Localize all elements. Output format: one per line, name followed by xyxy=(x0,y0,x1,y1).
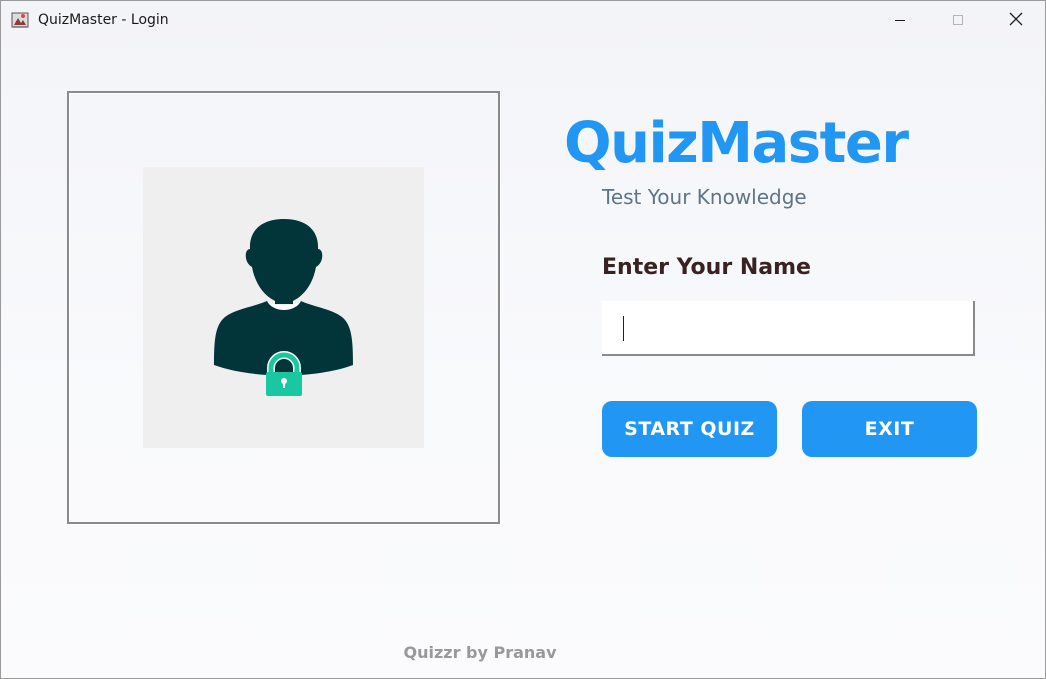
maximize-button[interactable] xyxy=(929,1,987,39)
login-window: QuizMaster - Login QuizMaster Test Your … xyxy=(0,0,1046,679)
minimize-icon xyxy=(894,11,906,30)
name-input[interactable] xyxy=(602,301,975,356)
minimize-button[interactable] xyxy=(871,1,929,39)
app-title: QuizMaster xyxy=(564,111,909,176)
text-caret xyxy=(623,316,624,341)
close-icon xyxy=(1009,11,1023,30)
exit-button[interactable]: EXIT xyxy=(802,401,977,457)
close-button[interactable] xyxy=(987,1,1045,39)
start-quiz-button[interactable]: START QUIZ xyxy=(602,401,777,457)
footer-credit: Quizzr by Pranav xyxy=(403,643,557,662)
title-bar[interactable]: QuizMaster - Login xyxy=(1,1,1045,39)
app-subtitle: Test Your Knowledge xyxy=(602,185,807,209)
window-title: QuizMaster - Login xyxy=(38,12,169,28)
name-label: Enter Your Name xyxy=(602,255,811,280)
user-lock-icon xyxy=(143,167,424,448)
maximize-icon xyxy=(952,11,964,30)
java-app-icon xyxy=(11,11,29,29)
